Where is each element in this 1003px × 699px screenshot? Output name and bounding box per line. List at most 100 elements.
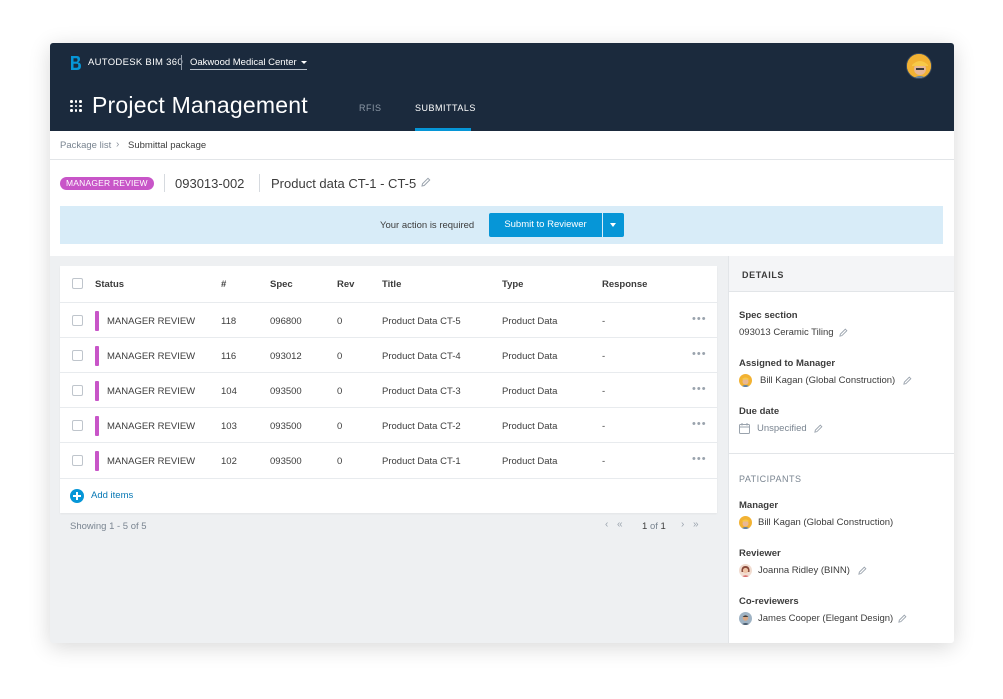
column-header-status[interactable]: Status — [95, 279, 124, 290]
chevron-left-icon[interactable]: ‹ — [605, 519, 608, 530]
tab-rfis[interactable]: RFIS — [359, 103, 382, 113]
pencil-icon[interactable] — [903, 376, 912, 385]
caret-down-icon — [300, 60, 307, 64]
user-avatar[interactable] — [906, 53, 932, 79]
status-indicator — [95, 381, 99, 401]
table-row[interactable]: MANAGER REVIEW 102 093500 0 Product Data… — [60, 442, 717, 477]
row-type: Product Data — [502, 421, 558, 432]
column-header-response[interactable]: Response — [602, 279, 647, 290]
table-row[interactable]: MANAGER REVIEW 118 096800 0 Product Data… — [60, 302, 717, 337]
row-checkbox[interactable] — [72, 455, 83, 466]
submit-to-reviewer-button[interactable]: Submit to Reviewer — [489, 213, 602, 237]
breadcrumb-package-list[interactable]: Package list — [60, 140, 111, 151]
row-status: MANAGER REVIEW — [107, 456, 196, 467]
row-checkbox[interactable] — [72, 385, 83, 396]
page-indicator: 1 of 1 — [642, 521, 666, 532]
due-date-label: Due date — [739, 406, 780, 417]
participants-heading: PATICIPANTS — [739, 474, 802, 484]
plus-circle-icon[interactable] — [70, 489, 84, 503]
more-options-icon[interactable]: ••• — [692, 384, 707, 395]
double-chevron-left-icon[interactable]: « — [617, 519, 623, 530]
app-title: Project Management — [92, 92, 308, 118]
user-avatar-icon — [739, 516, 752, 529]
column-header-number[interactable]: # — [221, 279, 226, 290]
title-separator — [164, 174, 165, 192]
breadcrumb: Package list › Submittal package — [50, 131, 954, 160]
assigned-manager-label: Assigned to Manager — [739, 358, 836, 369]
due-date-value: Unspecified — [757, 423, 807, 434]
brand-separator — [181, 55, 182, 70]
title-separator — [259, 174, 260, 192]
row-spec: 096800 — [270, 316, 302, 327]
bim360-logo-icon — [71, 56, 81, 70]
row-title: Product Data CT-4 — [382, 351, 461, 362]
package-header: MANAGER REVIEW 093013-002 Product data C… — [50, 160, 954, 256]
row-status: MANAGER REVIEW — [107, 421, 196, 432]
row-rev: 0 — [337, 421, 343, 432]
showing-count: Showing 1 - 5 of 5 — [70, 521, 147, 532]
table-row[interactable]: MANAGER REVIEW 116 093012 0 Product Data… — [60, 337, 717, 372]
package-title: Product data CT-1 - CT-5 — [271, 176, 417, 191]
row-title: Product Data CT-3 — [382, 386, 461, 397]
app-grid-icon[interactable] — [70, 100, 82, 112]
column-header-spec[interactable]: Spec — [270, 279, 293, 290]
row-number: 116 — [221, 351, 237, 362]
action-message: Your action is required — [380, 220, 475, 231]
row-checkbox[interactable] — [72, 350, 83, 361]
spec-section-label: Spec section — [739, 310, 798, 321]
row-number: 118 — [221, 316, 237, 327]
user-avatar-icon — [739, 612, 752, 625]
current-page: 1 — [642, 521, 648, 532]
row-type: Product Data — [502, 386, 558, 397]
select-all-checkbox[interactable] — [72, 278, 83, 289]
status-indicator — [95, 416, 99, 436]
pencil-icon[interactable] — [898, 614, 907, 623]
column-header-title[interactable]: Title — [382, 279, 401, 290]
row-number: 103 — [221, 421, 237, 432]
more-options-icon[interactable]: ••• — [692, 349, 707, 360]
more-options-icon[interactable]: ••• — [692, 314, 707, 325]
avatar — [739, 374, 752, 387]
add-items-link[interactable]: Add items — [91, 490, 133, 501]
spec-section-value: 093013 Ceramic Tiling — [739, 327, 834, 338]
total-pages: 1 — [660, 521, 666, 532]
row-checkbox[interactable] — [72, 315, 83, 326]
column-header-rev[interactable]: Rev — [337, 279, 354, 290]
row-response: - — [602, 456, 606, 467]
reviewer-label: Reviewer — [739, 548, 781, 559]
row-spec: 093500 — [270, 386, 302, 397]
submit-options-dropdown[interactable] — [603, 213, 624, 237]
table-row[interactable]: MANAGER REVIEW 104 093500 0 Product Data… — [60, 372, 717, 407]
details-title: DETAILS — [742, 270, 785, 280]
status-badge: MANAGER REVIEW — [60, 177, 154, 190]
pencil-icon[interactable] — [814, 424, 823, 433]
row-type: Product Data — [502, 456, 558, 467]
more-options-icon[interactable]: ••• — [692, 419, 707, 430]
row-title: Product Data CT-1 — [382, 456, 461, 467]
row-rev: 0 — [337, 386, 343, 397]
avatar — [739, 612, 752, 625]
row-title: Product Data CT-5 — [382, 316, 461, 327]
pencil-icon[interactable] — [858, 566, 867, 575]
pencil-icon[interactable] — [839, 328, 848, 337]
add-items-row: Add items — [60, 478, 717, 513]
status-indicator — [95, 311, 99, 331]
pencil-icon[interactable] — [421, 177, 431, 187]
chevron-right-icon[interactable]: › — [681, 519, 684, 530]
double-chevron-right-icon[interactable]: » — [693, 519, 699, 530]
row-number: 104 — [221, 386, 237, 397]
table-row[interactable]: MANAGER REVIEW 103 093500 0 Product Data… — [60, 407, 717, 442]
tab-submittals[interactable]: SUBMITTALS — [415, 103, 476, 113]
project-selector[interactable]: Oakwood Medical Center — [190, 57, 307, 70]
reviewer-value: Joanna Ridley (BINN) — [758, 565, 850, 576]
action-banner: Your action is required Submit to Review… — [60, 206, 943, 244]
user-avatar-icon — [739, 564, 752, 577]
manager-label: Manager — [739, 500, 779, 511]
manager-value: Bill Kagan (Global Construction) — [758, 517, 894, 528]
column-header-type[interactable]: Type — [502, 279, 523, 290]
user-avatar-icon — [907, 54, 931, 78]
more-options-icon[interactable]: ••• — [692, 454, 707, 465]
status-indicator — [95, 346, 99, 366]
row-checkbox[interactable] — [72, 420, 83, 431]
page-of-label: of — [649, 521, 658, 532]
